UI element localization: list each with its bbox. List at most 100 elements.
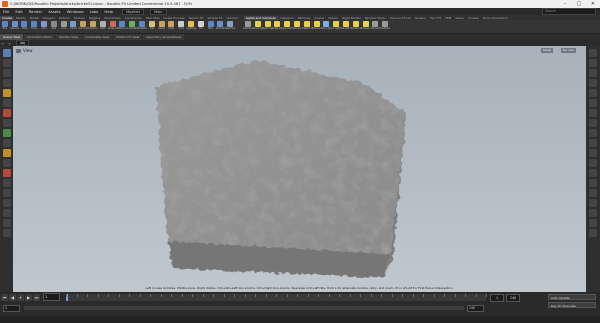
shelf-tool-button[interactable]: Volume Light	[292, 20, 302, 33]
pin-icon[interactable]	[2, 149, 11, 157]
menu-labs[interactable]: Labs	[87, 9, 102, 14]
split-view-icon[interactable]	[589, 219, 597, 227]
shelf-tool-button[interactable]: Spot Light	[263, 20, 273, 33]
shelf-tab[interactable]: Pyro FX	[428, 16, 443, 20]
shelf-tool-button[interactable]: Point Light	[253, 20, 263, 33]
play-reverse-icon[interactable]: ◀	[9, 293, 16, 301]
ghost-icon[interactable]	[589, 149, 597, 157]
scene-viewport[interactable]: View Persp No cam Left mouse tumbles. Mi…	[13, 46, 586, 292]
menu-file[interactable]: File	[0, 9, 12, 14]
end-field-a[interactable]: 1	[490, 294, 504, 302]
grid-toggle-icon[interactable]	[589, 89, 597, 97]
desktop-selector[interactable]: Modeler	[122, 8, 145, 15]
shelf-tool-button[interactable]: Caustic Light	[341, 20, 351, 33]
shelf-tool-button[interactable]: Skin	[206, 20, 216, 33]
shelf-tab[interactable]: Terrain FX	[187, 16, 206, 20]
shelf-tool-button[interactable]: Platonic Solids	[118, 20, 127, 33]
shelf-tab[interactable]: Create	[0, 15, 14, 20]
shelf-tab[interactable]: Hair Utils	[144, 16, 162, 20]
menu-windows[interactable]: Windows	[64, 9, 87, 14]
shelf-tab[interactable]: Oceans	[413, 16, 428, 20]
snap-icon[interactable]	[2, 129, 11, 137]
play-forward-icon[interactable]: ▶	[25, 293, 32, 301]
shelf-tool-button[interactable]: Smooth	[216, 20, 226, 33]
shelf-tool-button[interactable]: Lighting	[186, 20, 196, 33]
shelf-tool-button[interactable]: Helix	[167, 20, 177, 33]
shelf-tool-button[interactable]: Switcher	[380, 20, 390, 33]
render-preview-icon[interactable]	[589, 229, 597, 237]
bounding-box-icon[interactable]	[589, 139, 597, 147]
menu-edit[interactable]: Edit	[12, 9, 25, 14]
shelf-tool-button[interactable]: Spiral	[157, 20, 167, 33]
shelf-tab[interactable]: Texture	[72, 16, 87, 20]
camera-tool-icon[interactable]	[2, 189, 11, 197]
rotate-tool-icon[interactable]	[2, 69, 11, 77]
shelf-tab[interactable]: Polygon	[41, 16, 57, 20]
select-tool-icon[interactable]	[2, 49, 11, 57]
visibility-icon[interactable]	[589, 129, 597, 137]
shelf-tab[interactable]: Constraints	[123, 16, 144, 20]
stop-icon[interactable]: ⏸	[17, 293, 24, 301]
search-input[interactable]: Search	[542, 8, 596, 15]
shelf-tool-button[interactable]: Environment Light	[312, 20, 322, 33]
forward-arrow-icon[interactable]: →	[6, 41, 12, 46]
shelf-tool-button[interactable]: Metaball	[137, 20, 147, 33]
brush-icon[interactable]	[2, 179, 11, 187]
shelf-tool-button[interactable]: Font	[176, 20, 186, 33]
shelf-tab[interactable]: Crowds	[466, 16, 481, 20]
shelf-tool-button[interactable]: Fill	[196, 20, 206, 33]
shelf-tool-button[interactable]: Camera	[243, 20, 253, 33]
settings-icon[interactable]	[2, 229, 11, 237]
handle-tool-icon[interactable]	[2, 89, 11, 97]
end-frame-field[interactable]: 240	[467, 304, 484, 312]
shelf-tab[interactable]: Model	[28, 16, 41, 20]
shelf-tool-button[interactable]: Draw Curve	[88, 20, 98, 33]
shelf-tool-button[interactable]: GI Light	[331, 20, 341, 33]
wire-tool-icon[interactable]	[2, 209, 11, 217]
home-view-icon[interactable]	[589, 179, 597, 187]
view-tool-icon[interactable]	[2, 119, 11, 127]
template-icon[interactable]	[589, 159, 597, 167]
magnet-icon[interactable]	[2, 139, 11, 147]
pose-tool-icon[interactable]	[2, 99, 11, 107]
shelf-tab[interactable]: Collisions	[278, 16, 296, 20]
shelf-tab[interactable]: Characters	[102, 16, 122, 20]
lighting-mode-icon[interactable]	[589, 79, 597, 87]
move-tool-icon[interactable]	[2, 59, 11, 67]
shelf-tool-button[interactable]: Area Light	[273, 20, 282, 33]
menu-assets[interactable]: Assets	[45, 9, 63, 14]
shelf-tab[interactable]: Guide Process	[161, 16, 186, 20]
shelf-tab[interactable]: Wires	[453, 16, 465, 20]
timeline-track[interactable]	[66, 294, 487, 301]
shelf-tab[interactable]: Rigid Bodies	[340, 16, 363, 20]
shelf-tool-button[interactable]: L-System	[127, 20, 137, 33]
record-icon[interactable]	[2, 109, 11, 117]
shelf-tool-button[interactable]: Line	[59, 20, 69, 33]
build-selector[interactable]: Main	[150, 8, 167, 15]
render-region-icon[interactable]	[2, 159, 11, 167]
frame-selection-icon[interactable]	[589, 189, 597, 197]
shelf-tab[interactable]: Modify	[14, 16, 28, 20]
shelf-tool-button[interactable]: Geometry Light	[282, 20, 292, 33]
shelf-tool-button[interactable]: Circle	[69, 20, 79, 33]
backface-icon[interactable]	[589, 119, 597, 127]
shelf-tab[interactable]: Grains	[312, 16, 326, 20]
normals-icon[interactable]	[589, 109, 597, 117]
wireframe-icon[interactable]	[589, 59, 597, 67]
measure-tool-icon[interactable]	[2, 219, 11, 227]
shelf-tab[interactable]: Deform	[57, 16, 72, 20]
minimize-button[interactable]: –	[558, 1, 572, 7]
shelf-tool-button[interactable]: VR Camera	[370, 20, 380, 33]
shelf-tab[interactable]: Particles	[296, 16, 313, 20]
shelf-tool-button[interactable]: Sky Light	[322, 20, 331, 33]
close-button[interactable]: ✕	[586, 1, 600, 7]
shelf-tool-button[interactable]: Sphere	[10, 20, 20, 33]
start-frame-field[interactable]: 1	[3, 304, 20, 312]
shelf-tool-button[interactable]: File	[147, 20, 157, 33]
flipbook-icon[interactable]	[589, 209, 597, 217]
end-field-b[interactable]: 240	[506, 294, 520, 302]
current-frame-field[interactable]: 1	[43, 293, 60, 301]
light-tool-icon[interactable]	[2, 199, 11, 207]
shelf-tool-button[interactable]: Portal Light	[351, 20, 361, 33]
shelf-tab[interactable]: Viscous Fluids	[388, 16, 413, 20]
